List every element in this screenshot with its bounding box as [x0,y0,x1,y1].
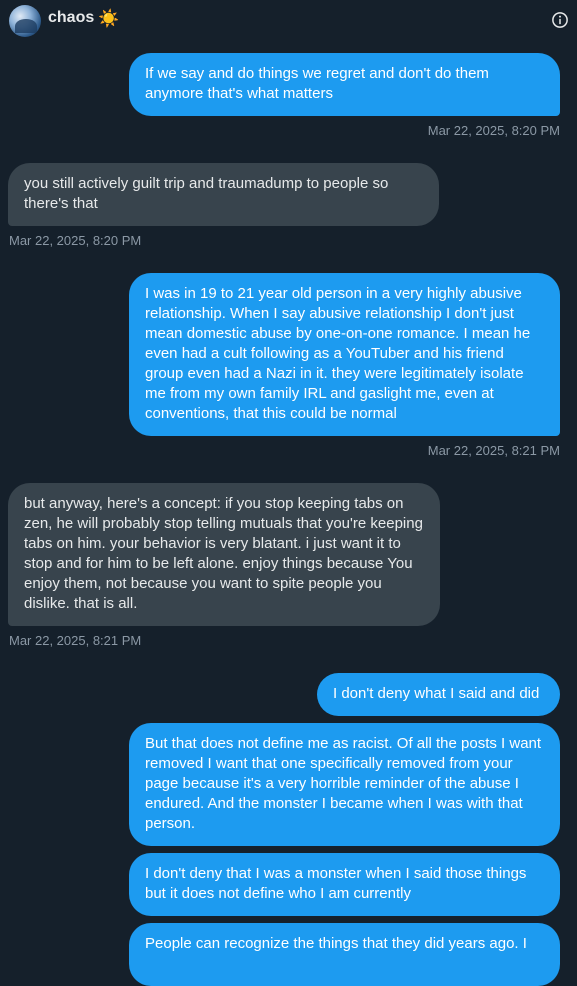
sun-emoji-icon: ☀️ [98,8,120,28]
message-text: I don't deny what I said and did [333,685,540,702]
message-text: If we say and do things we regret and do… [145,65,489,102]
info-icon[interactable] [551,11,569,29]
message-bubble-outgoing[interactable]: I was in 19 to 21 year old person in a v… [129,273,560,436]
message-bubble-outgoing[interactable]: I don't deny what I said and did [317,673,560,716]
message-timestamp: Mar 22, 2025, 8:21 PM [9,633,142,648]
message-timestamp: Mar 22, 2025, 8:20 PM [427,123,560,138]
message-bubble-outgoing[interactable]: If we say and do things we regret and do… [129,53,560,116]
message-text: you still actively guilt trip and trauma… [24,175,389,212]
conversation-header: chaos ☀️ [0,0,577,40]
message-text: I don't deny that I was a monster when I… [145,865,527,902]
message-text: but anyway, here's a concept: if you sto… [24,495,423,612]
message-bubble-outgoing[interactable]: People can recognize the things that the… [129,923,560,986]
avatar[interactable] [9,5,41,37]
message-bubble-incoming[interactable]: you still actively guilt trip and trauma… [8,163,439,226]
conversation-title[interactable]: chaos ☀️ [48,9,119,27]
message-timestamp: Mar 22, 2025, 8:20 PM [9,233,142,248]
message-bubble-outgoing[interactable]: I don't deny that I was a monster when I… [129,853,560,916]
contact-name: chaos [48,9,95,26]
message-bubble-incoming[interactable]: but anyway, here's a concept: if you sto… [8,483,440,626]
message-timestamp: Mar 22, 2025, 8:21 PM [427,443,560,458]
message-text: People can recognize the things that the… [145,935,527,952]
message-text: I was in 19 to 21 year old person in a v… [145,285,531,422]
message-text: But that does not define me as racist. O… [145,735,542,832]
message-bubble-outgoing[interactable]: But that does not define me as racist. O… [129,723,560,846]
